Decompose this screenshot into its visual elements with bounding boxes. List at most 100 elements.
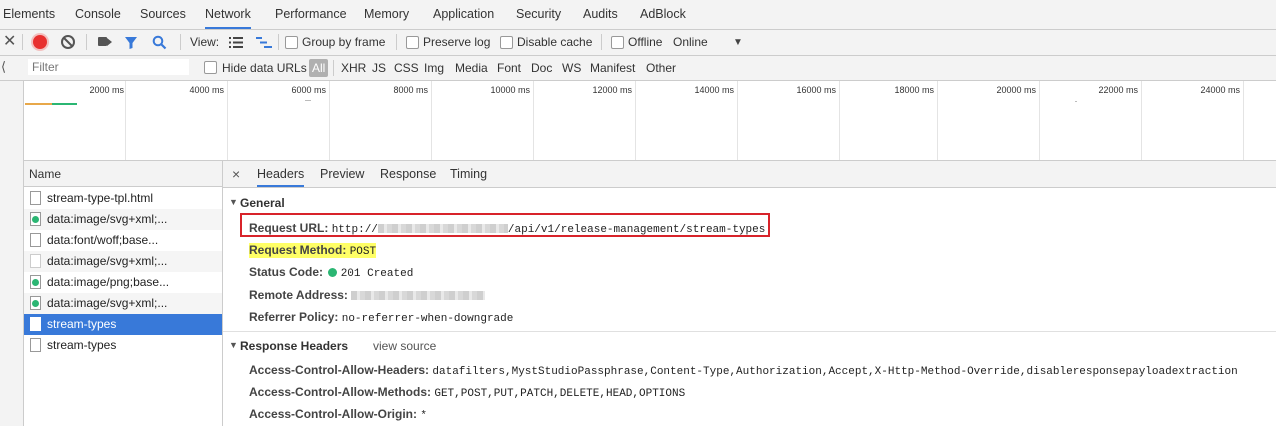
filter-type-ws[interactable]: WS — [562, 56, 581, 80]
hide-data-urls-checkbox[interactable] — [204, 61, 217, 74]
redacted-remote-address — [351, 291, 486, 301]
request-name: data:image/svg+xml;... — [47, 296, 168, 310]
timeline-tick: 10000 ms — [490, 85, 530, 95]
offline-checkbox[interactable] — [611, 36, 624, 49]
record-icon[interactable] — [33, 35, 47, 49]
timeline-gridline — [839, 81, 840, 160]
show-overview-icon[interactable] — [256, 37, 272, 51]
filter-icon[interactable] — [124, 36, 138, 53]
file-icon — [30, 191, 41, 205]
filter-type-css[interactable]: CSS — [394, 56, 419, 80]
preserve-log-checkbox[interactable] — [406, 36, 419, 49]
general-section-title[interactable]: General — [240, 196, 285, 210]
file-icon — [30, 233, 41, 247]
tab-elements[interactable]: Elements — [3, 0, 55, 29]
response-header-key: Access-Control-Allow-Origin: — [249, 407, 418, 421]
timeline-tick: 16000 ms — [796, 85, 836, 95]
timeline-tick: 4000 ms — [189, 85, 224, 95]
tab-sources[interactable]: Sources — [140, 0, 186, 29]
response-header-value: datafilters,MystStudioPassphrase,Content… — [432, 366, 1238, 378]
request-row[interactable]: data:font/woff;base... — [24, 230, 222, 251]
timeline-gridline — [125, 81, 126, 160]
status-code-row: Status Code: 201 Created — [249, 265, 413, 280]
capture-screenshots-icon[interactable] — [98, 37, 112, 46]
section-expand-icon[interactable]: ▼ — [229, 340, 238, 350]
request-url-prefix: http:// — [331, 224, 378, 236]
request-row[interactable]: stream-type-tpl.html — [24, 188, 222, 209]
filter-type-manifest[interactable]: Manifest — [590, 56, 635, 80]
tab-network[interactable]: Network — [205, 0, 251, 29]
timeline-tick: 18000 ms — [894, 85, 934, 95]
throttling-select[interactable]: Online — [673, 30, 708, 55]
timeline-tick: 2000 ms — [89, 85, 124, 95]
request-method-row: Request Method: POST — [249, 243, 377, 258]
section-expand-icon[interactable]: ▼ — [229, 197, 238, 207]
timeline-gridline — [635, 81, 636, 160]
timeline-tick: 22000 ms — [1098, 85, 1138, 95]
disable-cache-checkbox[interactable] — [500, 36, 513, 49]
filter-type-font[interactable]: Font — [497, 56, 521, 80]
timeline-gridline — [329, 81, 330, 160]
tab-performance[interactable]: Performance — [275, 0, 347, 29]
request-row[interactable]: data:image/svg+xml;... — [24, 293, 222, 314]
timeline-gridline — [431, 81, 432, 160]
chevron-down-icon[interactable]: ▼ — [733, 30, 743, 55]
request-row[interactable]: data:image/png;base... — [24, 272, 222, 293]
tab-console[interactable]: Console — [75, 0, 121, 29]
filter-type-img[interactable]: Img — [424, 56, 444, 80]
remote-address-key: Remote Address: — [249, 288, 348, 302]
request-row[interactable]: data:image/svg+xml;... — [24, 209, 222, 230]
tab-memory[interactable]: Memory — [364, 0, 409, 29]
close-icon[interactable]: × — [232, 161, 240, 187]
image-file-icon — [30, 212, 41, 226]
tab-preview[interactable]: Preview — [320, 161, 364, 187]
request-name: data:image/svg+xml;... — [47, 254, 168, 268]
filter-type-media[interactable]: Media — [455, 56, 488, 80]
request-name: stream-type-tpl.html — [47, 191, 154, 205]
clear-icon[interactable] — [61, 35, 75, 49]
tab-adblock[interactable]: AdBlock — [640, 0, 686, 29]
image-file-icon — [30, 275, 41, 289]
request-row-selected[interactable]: stream-types — [24, 314, 222, 335]
request-details-panel: × Headers Preview Response Timing ▼ Gene… — [223, 161, 1276, 426]
toolbar-divider — [396, 34, 397, 50]
tab-audits[interactable]: Audits — [583, 0, 618, 29]
timeline-tick: 14000 ms — [694, 85, 734, 95]
status-code-key: Status Code: — [249, 265, 324, 279]
request-method-key: Request Method: — [249, 243, 347, 257]
view-source-link[interactable]: view source — [373, 339, 436, 353]
referrer-policy-key: Referrer Policy: — [249, 310, 339, 324]
timeline-tick: 12000 ms — [592, 85, 632, 95]
tab-application[interactable]: Application — [433, 0, 494, 29]
request-row[interactable]: data:image/svg+xml;... — [24, 251, 222, 272]
filter-type-doc[interactable]: Doc — [531, 56, 552, 80]
filter-input[interactable] — [27, 58, 190, 76]
file-icon — [30, 338, 41, 352]
tab-headers[interactable]: Headers — [257, 161, 305, 187]
name-column-header[interactable]: Name — [24, 161, 222, 187]
request-name: data:font/woff;base... — [47, 233, 159, 247]
filter-type-all[interactable]: All — [309, 59, 329, 77]
tab-timing[interactable]: Timing — [450, 161, 487, 187]
response-header-value: GET,POST,PUT,PATCH,DELETE,HEAD,OPTIONS — [434, 388, 686, 400]
large-request-rows-icon[interactable] — [229, 37, 243, 51]
request-url-row: Request URL: http:// /api/v1/release-mana… — [249, 221, 765, 236]
timeline-tick: 24000 ms — [1200, 85, 1240, 95]
response-headers-section-title[interactable]: Response Headers — [240, 339, 348, 353]
timeline-gridline — [937, 81, 938, 160]
response-header-row: Access-Control-Allow-Origin: * — [249, 407, 427, 422]
search-icon[interactable] — [152, 35, 167, 53]
group-by-frame-checkbox[interactable] — [285, 36, 298, 49]
filter-type-other[interactable]: Other — [646, 56, 676, 80]
collapse-sidebar-icon[interactable]: ⟨ — [1, 59, 6, 75]
request-row[interactable]: stream-types — [24, 335, 222, 356]
tab-security[interactable]: Security — [516, 0, 561, 29]
network-toolbar: ✕ View: Group by frame Preserve log Disa… — [0, 30, 1276, 56]
tab-response[interactable]: Response — [380, 161, 436, 187]
filter-type-xhr[interactable]: XHR — [341, 56, 366, 80]
referrer-policy-row: Referrer Policy: no-referrer-when-downgr… — [249, 310, 513, 325]
filter-type-js[interactable]: JS — [372, 56, 386, 80]
request-list: Name stream-type-tpl.html data:image/svg… — [24, 161, 223, 426]
close-drawer-icon[interactable]: ✕ — [3, 34, 16, 50]
network-overview-timeline[interactable]: 2000 ms 4000 ms 6000 ms 8000 ms 10000 ms… — [24, 81, 1276, 161]
